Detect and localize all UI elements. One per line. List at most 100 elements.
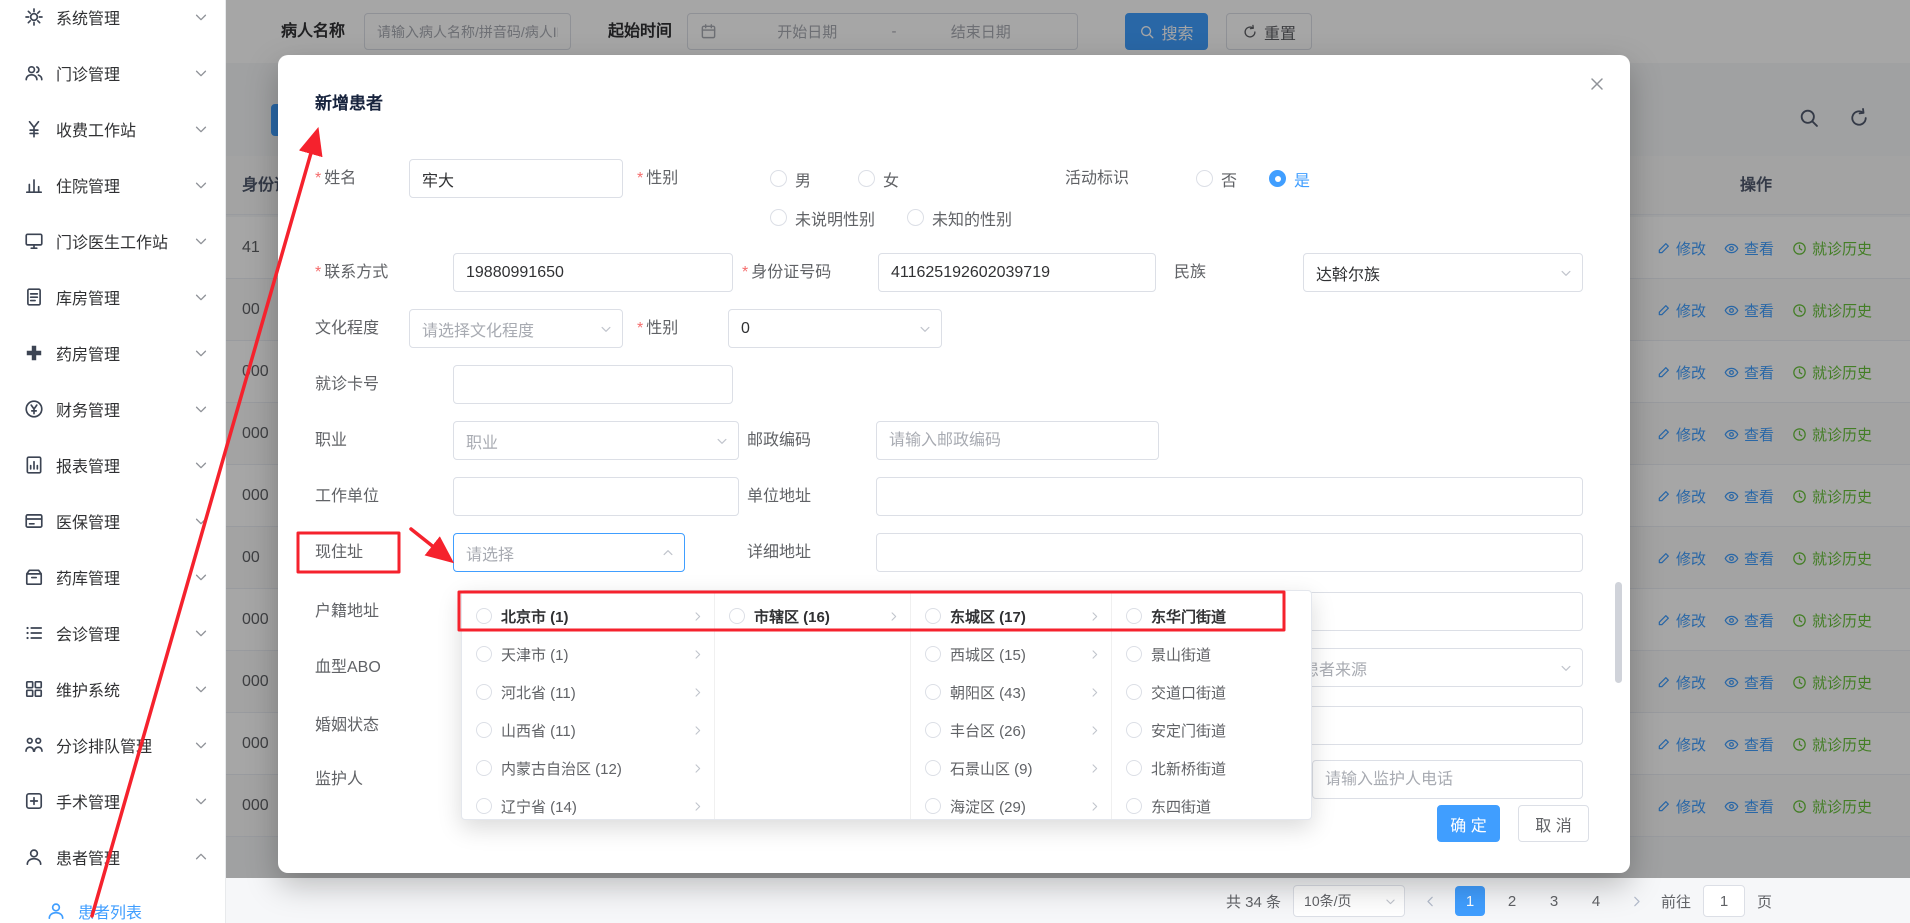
gender-radio-male[interactable]: 男 bbox=[770, 159, 811, 198]
person-icon bbox=[46, 901, 66, 921]
cascader-option[interactable]: 山西省 (11) bbox=[462, 711, 714, 749]
goto-page-input[interactable] bbox=[1703, 885, 1745, 917]
sidebar-item-outpatient-mgmt[interactable]: 门诊管理 bbox=[0, 45, 225, 101]
radio-icon bbox=[1126, 760, 1142, 776]
guardian-phone-input[interactable] bbox=[1312, 760, 1583, 799]
chevron-down-icon bbox=[1559, 661, 1573, 675]
gender-radio-unknown[interactable]: 未知的性别 bbox=[907, 198, 1012, 237]
postal-code-input[interactable] bbox=[876, 421, 1159, 460]
chevron-right-icon bbox=[691, 724, 704, 737]
radio-icon bbox=[1126, 608, 1142, 624]
cascader-option[interactable]: 石景山区 (9) bbox=[911, 749, 1111, 787]
chevron-down-icon bbox=[193, 177, 209, 193]
sidebar-item-pharmacy-mgmt[interactable]: 药房管理 bbox=[0, 325, 225, 381]
cascader-option[interactable]: 丰台区 (26) bbox=[911, 711, 1111, 749]
contact-input[interactable] bbox=[453, 253, 733, 292]
education-select[interactable]: 请选择文化程度 bbox=[409, 309, 623, 348]
close-icon[interactable] bbox=[1588, 75, 1606, 93]
sidebar-item-label: 财务管理 bbox=[56, 397, 193, 421]
detail-address-input[interactable] bbox=[876, 533, 1583, 572]
sidebar-item-patient-mgmt[interactable]: 患者管理 bbox=[0, 829, 225, 885]
confirm-button[interactable]: 确 定 bbox=[1437, 805, 1500, 842]
current-address-label: 现住址 bbox=[315, 533, 363, 572]
active-flag-radio-yes[interactable]: 是 bbox=[1269, 159, 1310, 198]
sidebar: 系统管理 门诊管理 收费工作站 住院管理 门诊医生工作站 库房管理 bbox=[0, 0, 226, 923]
radio-icon bbox=[907, 209, 924, 226]
gender-label: *性别 bbox=[637, 159, 678, 198]
cascader-option[interactable]: 安定门街道 bbox=[1112, 711, 1312, 749]
sidebar-item-patient-list[interactable]: 患者列表 bbox=[0, 885, 225, 923]
sidebar-item-label: 报表管理 bbox=[56, 453, 193, 477]
next-page-button[interactable] bbox=[1623, 888, 1649, 914]
page-button-2[interactable]: 2 bbox=[1497, 886, 1527, 916]
submenu-item-label: 患者列表 bbox=[78, 899, 225, 923]
radio-icon bbox=[770, 170, 787, 187]
cascader-option[interactable]: 市辖区 (16) bbox=[715, 597, 910, 635]
report-icon bbox=[24, 455, 44, 475]
cascader-option[interactable]: 交道口街道 bbox=[1112, 673, 1312, 711]
sidebar-item-warehouse-mgmt[interactable]: 库房管理 bbox=[0, 269, 225, 325]
cascader-option[interactable]: 景山街道 bbox=[1112, 635, 1312, 673]
cancel-button[interactable]: 取 消 bbox=[1518, 805, 1589, 842]
radio-icon bbox=[925, 608, 941, 624]
modal-scrollbar[interactable] bbox=[1615, 582, 1622, 683]
prev-page-button[interactable] bbox=[1417, 888, 1443, 914]
chevron-down-icon bbox=[193, 737, 209, 753]
sidebar-item-drugstore-mgmt[interactable]: 药库管理 bbox=[0, 549, 225, 605]
cascader-option[interactable]: 北京市 (1) bbox=[462, 597, 714, 635]
gender-radio-female[interactable]: 女 bbox=[858, 159, 899, 198]
page-button-3[interactable]: 3 bbox=[1539, 886, 1569, 916]
cascader-option[interactable]: 北新桥街道 bbox=[1112, 749, 1312, 787]
cascader-city-column: 市辖区 (16) bbox=[715, 591, 911, 819]
cascader-option[interactable]: 东城区 (17) bbox=[911, 597, 1111, 635]
yen-icon bbox=[24, 119, 44, 139]
radio-icon bbox=[1126, 684, 1142, 700]
sidebar-item-outpatient-doctor-station[interactable]: 门诊医生工作站 bbox=[0, 213, 225, 269]
page-button-4[interactable]: 4 bbox=[1581, 886, 1611, 916]
chevron-down-icon bbox=[599, 322, 613, 336]
radio-icon bbox=[729, 608, 745, 624]
occupation-select[interactable]: 职业 bbox=[453, 421, 739, 460]
cascader-option[interactable]: 朝阳区 (43) bbox=[911, 673, 1111, 711]
cascader-option[interactable]: 河北省 (11) bbox=[462, 673, 714, 711]
page-button-1[interactable]: 1 bbox=[1455, 886, 1485, 916]
cascader-option[interactable]: 东华门街道 bbox=[1112, 597, 1312, 635]
unit-address-input[interactable] bbox=[876, 477, 1583, 516]
id-number-input[interactable] bbox=[878, 253, 1156, 292]
cascader-option[interactable]: 西城区 (15) bbox=[911, 635, 1111, 673]
cascader-option[interactable]: 东四街道 bbox=[1112, 787, 1312, 819]
marital-status-label: 婚姻状态 bbox=[315, 706, 379, 745]
chevron-down-icon bbox=[193, 233, 209, 249]
sidebar-item-insurance-mgmt[interactable]: 医保管理 bbox=[0, 493, 225, 549]
gender2-select[interactable]: 0 bbox=[728, 309, 942, 348]
radio-icon bbox=[925, 760, 941, 776]
work-unit-input[interactable] bbox=[453, 477, 739, 516]
radio-icon bbox=[1126, 798, 1142, 814]
sidebar-item-system-mgmt[interactable]: 系统管理 bbox=[0, 0, 225, 45]
sidebar-item-consultation-mgmt[interactable]: 会诊管理 bbox=[0, 605, 225, 661]
id-number-label: *身份证号码 bbox=[742, 253, 831, 292]
current-address-cascader-select[interactable]: 请选择 bbox=[453, 533, 685, 572]
sidebar-item-report-mgmt[interactable]: 报表管理 bbox=[0, 437, 225, 493]
sidebar-item-label: 门诊管理 bbox=[56, 61, 193, 85]
sidebar-item-billing-station[interactable]: 收费工作站 bbox=[0, 101, 225, 157]
name-input[interactable] bbox=[409, 159, 623, 198]
sidebar-item-surgery-mgmt[interactable]: 手术管理 bbox=[0, 773, 225, 829]
ethnicity-select[interactable]: 达斡尔族 bbox=[1303, 253, 1583, 292]
cascader-option[interactable]: 内蒙古自治区 (12) bbox=[462, 749, 714, 787]
sidebar-item-triage-queue-mgmt[interactable]: 分诊排队管理 bbox=[0, 717, 225, 773]
radio-icon bbox=[476, 608, 492, 624]
active-flag-radio-no[interactable]: 否 bbox=[1196, 159, 1237, 198]
sidebar-item-finance-mgmt[interactable]: 财务管理 bbox=[0, 381, 225, 437]
cascader-option[interactable]: 辽宁省 (14) bbox=[462, 787, 714, 819]
gender-radio-unstated[interactable]: 未说明性别 bbox=[770, 198, 875, 237]
page-size-select[interactable]: 10条/页 bbox=[1293, 885, 1405, 917]
cascader-option[interactable]: 天津市 (1) bbox=[462, 635, 714, 673]
sidebar-item-inpatient-mgmt[interactable]: 住院管理 bbox=[0, 157, 225, 213]
cascader-option[interactable]: 海淀区 (29) bbox=[911, 787, 1111, 819]
card-no-input[interactable] bbox=[453, 365, 733, 404]
sidebar-item-maintenance[interactable]: 维护系统 bbox=[0, 661, 225, 717]
chevron-down-icon bbox=[193, 681, 209, 697]
chevron-down-icon bbox=[1384, 895, 1397, 908]
medical-cross-icon bbox=[24, 343, 44, 363]
